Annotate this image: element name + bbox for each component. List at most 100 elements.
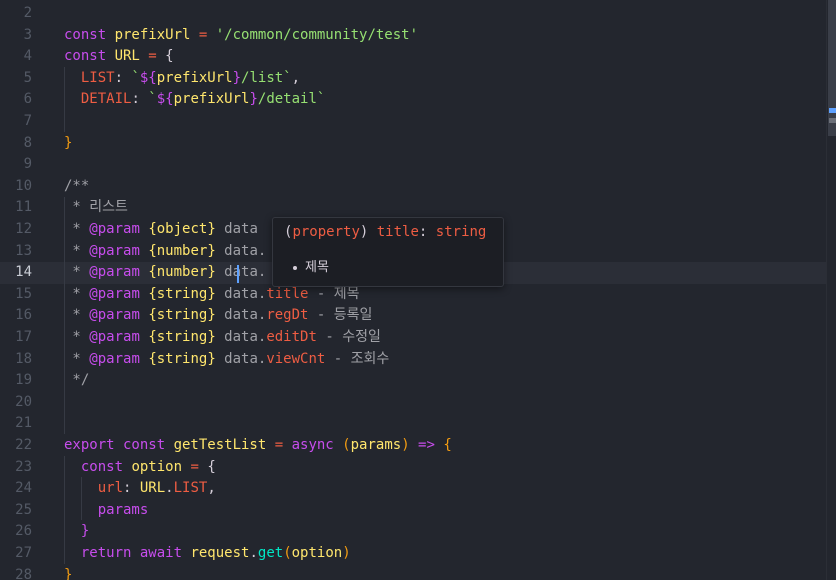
line-code: const URL = { [64, 46, 174, 68]
indent-guide [64, 67, 65, 132]
code-token: {string} [148, 329, 216, 345]
code-line[interactable]: 9 [0, 154, 826, 176]
tooltip-doc: 제목 [293, 256, 329, 275]
code-token: get [257, 545, 284, 561]
line-number: 20 [15, 393, 32, 410]
code-token: editDt [266, 329, 317, 345]
code-line[interactable]: 8} [0, 133, 826, 155]
code-line[interactable]: 15 * @param {string} data.title - 제목 [0, 284, 826, 306]
code-token: @param [89, 221, 149, 237]
code-token: ` [148, 91, 157, 108]
line-number: 8 [23, 134, 32, 151]
code-token: - 조회수 [325, 350, 390, 367]
bullet-icon [293, 265, 297, 270]
code-token: - 제목 [308, 285, 360, 302]
code-line[interactable]: 19 */ [0, 370, 826, 392]
code-token: getTestList [173, 437, 267, 453]
code-token: ) [401, 437, 410, 453]
line-number: 26 [15, 523, 32, 540]
line-number: 10 [15, 177, 32, 194]
code-line[interactable]: 5 LIST: `${prefixUrl}/list`, [0, 68, 826, 90]
code-line[interactable]: 24 url: URL.LIST, [0, 478, 826, 500]
tooltip-type: string [435, 224, 487, 240]
indent-guide [64, 197, 65, 434]
code-token: ` [131, 69, 140, 86]
code-token: URL [114, 48, 140, 65]
line-number: 11 [15, 199, 32, 216]
code-token: data [215, 221, 258, 237]
line-number: 6 [23, 91, 32, 108]
code-token: prefixUrl [173, 91, 250, 108]
line-number: 4 [23, 48, 32, 65]
line-code: export const getTestList = async (params… [64, 435, 452, 457]
text-cursor [237, 265, 239, 283]
code-token: ( [342, 437, 351, 453]
line-code: const option = { [64, 457, 216, 479]
code-token: @param [89, 329, 149, 345]
code-token: { [165, 48, 174, 65]
code-token: @param [89, 285, 149, 302]
line-code: LIST: `${prefixUrl}/list`, [64, 68, 300, 90]
code-token: {string} [148, 350, 216, 367]
code-token: const [80, 458, 132, 475]
code-line[interactable]: 28} [0, 565, 826, 580]
code-token: @param [89, 264, 149, 281]
code-line[interactable]: 26 } [0, 521, 826, 543]
code-token: : [131, 91, 149, 108]
code-token: /detail` [257, 91, 326, 108]
code-line[interactable]: 20 [0, 392, 826, 414]
code-token: '/common/community/test' [215, 26, 419, 43]
code-line[interactable]: 18 * @param {string} data.viewCnt - 조회수 [0, 349, 826, 371]
code-line[interactable]: 17 * @param {string} data.editDt - 수정일 [0, 327, 826, 349]
code-token: title [266, 285, 309, 302]
line-code: * @param {number} data. [64, 262, 266, 284]
code-line[interactable]: 16 * @param {string} data.regDt - 등록일 [0, 305, 826, 327]
code-line[interactable]: 21 [0, 413, 826, 435]
code-token: , [207, 480, 216, 497]
code-line[interactable]: 25 params [0, 500, 826, 522]
code-token: @param [89, 307, 149, 324]
code-line[interactable]: 3 const prefixUrl = '/common/community/te… [0, 25, 826, 47]
vertical-scrollbar[interactable] [826, 0, 836, 580]
line-number: 17 [15, 329, 32, 345]
code-token: , [291, 69, 301, 86]
code-token: } [232, 69, 242, 86]
code-line[interactable]: 27 return await request.get(option) [0, 543, 826, 565]
line-number: 15 [15, 285, 32, 302]
code-token: { [207, 458, 216, 475]
code-line[interactable]: 7 [0, 111, 826, 133]
code-line[interactable]: 2 [0, 3, 826, 25]
line-number: 7 [23, 113, 32, 129]
code-line[interactable]: 10 /** [0, 176, 826, 198]
code-token: ${ [156, 91, 174, 108]
code-line[interactable]: 23 const option = { [0, 457, 826, 479]
code-token: . [249, 545, 258, 561]
scrollbar-thumb[interactable] [828, 0, 836, 136]
code-token: LIST [80, 69, 115, 86]
line-code: url: URL.LIST, [64, 478, 216, 500]
code-line[interactable]: 11 * 리스트 [0, 197, 826, 219]
line-code: } [64, 521, 89, 543]
code-token: data. [215, 350, 267, 367]
hover-tooltip: (property) title: string 제목 [272, 217, 504, 287]
line-number: 22 [15, 437, 32, 453]
line-number: 3 [23, 26, 32, 43]
code-line[interactable]: 4 const URL = { [0, 46, 826, 68]
scrollbar-marker [829, 118, 836, 123]
code-token: * [64, 221, 90, 237]
code-token: params [97, 501, 149, 518]
code-line[interactable]: 6 DETAIL: `${prefixUrl}/detail` [0, 89, 826, 111]
code-token: } [64, 566, 73, 580]
line-code: /** [64, 176, 89, 198]
line-number: 27 [15, 545, 32, 561]
line-code: * @param {string} data.regDt - 등록일 [64, 305, 372, 327]
code-token: @param [89, 242, 149, 259]
code-token: const [64, 48, 115, 65]
code-line[interactable]: 22 export const getTestList = async (para… [0, 435, 826, 457]
code-token: } [80, 523, 90, 540]
code-token: viewCnt [266, 350, 326, 367]
code-editor[interactable]: 2 3 const prefixUrl = '/common/community/t… [0, 0, 836, 580]
indent-guide [81, 477, 82, 520]
line-number: 24 [15, 480, 32, 497]
